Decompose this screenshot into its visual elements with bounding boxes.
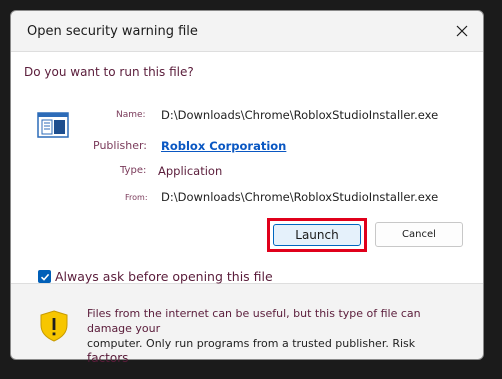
warning-line-2: computer. Only run programs from a trust…: [87, 336, 467, 351]
publisher-link[interactable]: Roblox Corporation: [161, 139, 286, 153]
type-value: Application: [158, 164, 223, 178]
name-label: Name:: [116, 110, 146, 120]
run-question: Do you want to run this file?: [24, 65, 194, 79]
warning-footer: Files from the internet can be useful, b…: [11, 284, 483, 365]
security-warning-dialog: Open security warning file Do you want t…: [10, 10, 484, 365]
always-ask-checkbox-row[interactable]: Always ask before opening this file: [38, 269, 273, 284]
warning-line-1: Files from the internet can be useful, b…: [87, 307, 421, 335]
checkmark-icon: [40, 273, 49, 281]
always-ask-label: Always ask before opening this file: [55, 269, 273, 284]
cancel-button[interactable]: Cancel: [375, 222, 463, 247]
warning-line-2-text: computer. Only run programs from a trust…: [87, 337, 416, 350]
always-ask-checkbox[interactable]: [38, 270, 51, 283]
type-label: Type:: [120, 165, 147, 176]
warning-shield-icon: [40, 310, 68, 342]
risk-factors-link[interactable]: factors: [87, 351, 467, 366]
title-bar: Open security warning file: [11, 11, 483, 49]
dialog-title: Open security warning file: [27, 24, 198, 39]
from-value: D:\Downloads\Chrome\RobloxStudioInstalle…: [161, 190, 439, 204]
warning-message: Files from the internet can be useful, b…: [87, 306, 467, 366]
close-icon: [456, 25, 468, 37]
close-button[interactable]: [449, 18, 475, 44]
dialog-content: Do you want to run this file? Name: D:\D…: [11, 51, 483, 284]
application-file-icon: [37, 112, 69, 138]
from-label: From:: [125, 193, 148, 202]
launch-button[interactable]: Launch: [273, 224, 361, 246]
publisher-label: Publisher:: [93, 139, 148, 152]
name-value: D:\Downloads\Chrome\RobloxStudioInstalle…: [161, 108, 439, 122]
